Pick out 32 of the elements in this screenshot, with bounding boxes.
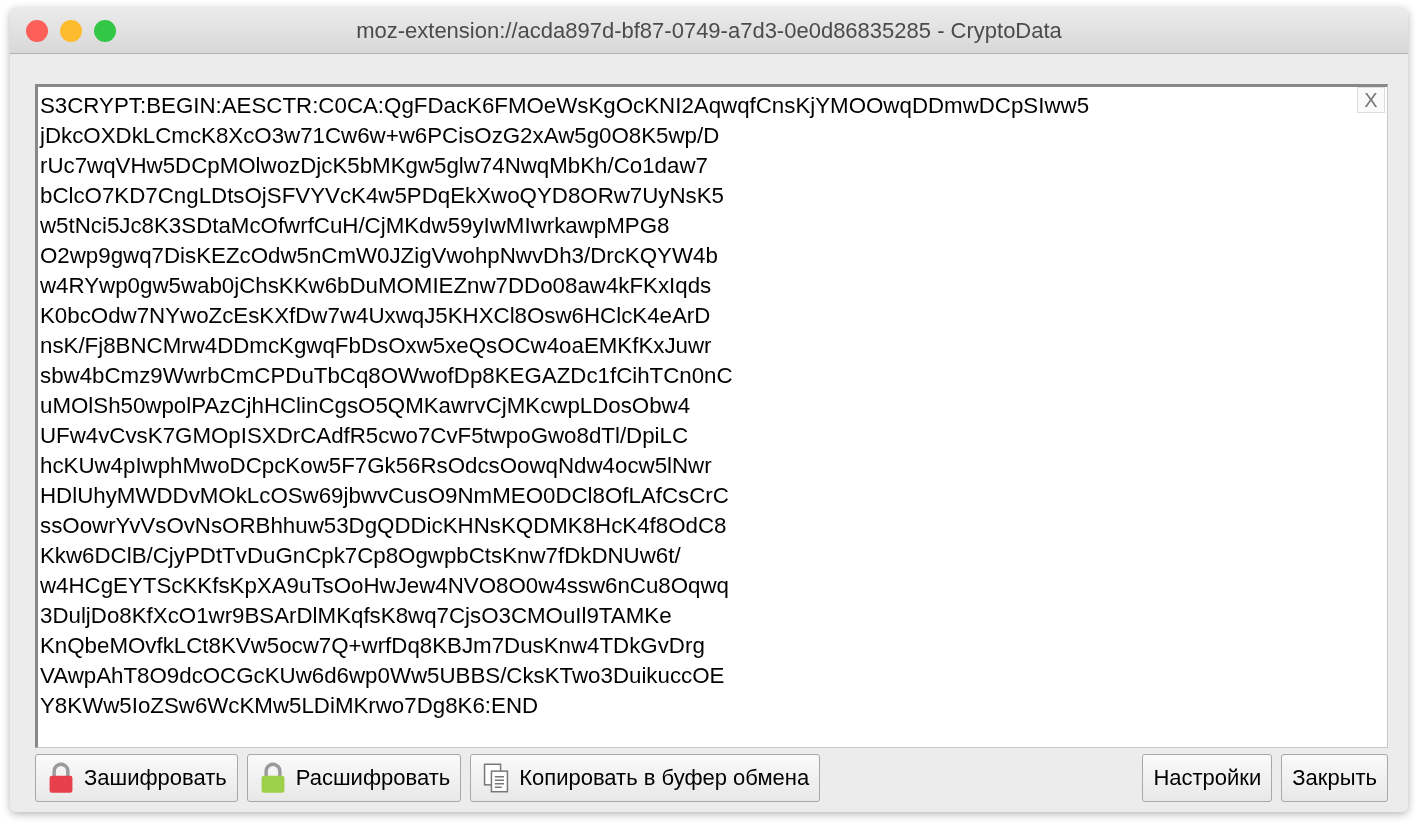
text-line: S3CRYPT:BEGIN:AESCTR:C0CA:QgFDacK6FMOeWsKgOcKNI2AqwqfCnsKjYMOOwqDDmwDCpSIww5 [40, 92, 1090, 120]
text-line: bClcO7KD7CngLDtsOjSFVYVcK4w5PDqEkXwoQYD8ORw7UyNsK5 [40, 182, 724, 210]
text-line: UFw4vCvsK7GMOpISXDrCAdfR5cwo7CvF5twpoGwo8dTl/DpiLC [40, 422, 689, 450]
text-line: w4RYwp0gw5wab0jChsKKw6bDuMOMIEZnw7DDo08aw4kFKxIqds [40, 272, 712, 300]
text-line: K0bcOdw7NYwoZcEsKXfDw7w4UxwqJ5KHXCl8Osw6HClcK4eArD [40, 302, 711, 330]
text-line: KnQbeMOvfkLCt8KVw5ocw7Q+wrfDq8KBJm7DusKnw4TDkGvDrg [40, 632, 705, 660]
text-line: hcKUw4pIwphMwoDCpcKow5F7Gk56RsOdcsOowqNdw4ocw5lNwr [40, 452, 712, 480]
minimize-icon[interactable] [60, 20, 82, 42]
action-button[interactable]: Закрыть [1281, 754, 1388, 802]
text-line: nsK/Fj8BNCMrw4DDmcKgwqFbDsOxw5xeQsOCw4oaEMKfKxJuwr [40, 332, 712, 360]
text-line: O2wp9gwq7DisKEZcOdw5nCmW0JZigVwohpNwvDh3/DrcKQYW4b [40, 242, 718, 270]
text-line: 3DuljDo8KfXcO1wr9BSArDlMKqfsK8wq7CjsO3CMOuIl9TAMKe [40, 602, 672, 630]
text-line: jDkcOXDkLCmcK8XcO3w71Cw6w+w6PCisOzG2xAw5g0O8K5wp/D [40, 122, 720, 150]
action-button[interactable]: Расшифровать [246, 754, 462, 802]
text-line: rUc7wqVHw5DCpMOlwozDjcK5bMKgw5glw74NwqMbKh/Co1daw7 [40, 152, 708, 180]
window-title: moz-extension://acda897d-bf87-0749-a7d3-0e0d86835285 - CryptoData [356, 17, 1062, 44]
text-line: uMOlSh50wpolPAzCjhHClinCgsO5QMKawrvCjMKcwpLDosObw4 [40, 392, 691, 420]
text-line: VAwpAhT8O9dcOCGcKUw6d6wp0Ww5UBBS/CksKTwo3DuikuccOE [40, 662, 725, 690]
action-button[interactable]: Копировать в буфер обмена [470, 754, 821, 802]
text-line: HDlUhyMWDDvMOkLcOSw69jbwvCusO9NmMEO0DCl8OfLAfCsCrC [40, 482, 729, 510]
zoom-icon[interactable] [94, 20, 116, 42]
close-icon[interactable] [26, 20, 48, 42]
action-button[interactable]: Зашифровать [35, 754, 238, 802]
text-line: sbw4bCmz9WwrbCmCPDuTbCq8OWwofDp8KEGAZDc1fCihTCn0nC [40, 362, 733, 390]
text-area[interactable] [35, 84, 1388, 748]
text-line: Y8KWw5IoZSw6WcKMw5LDiMKrwo7Dg8K6:END [40, 692, 539, 720]
text-line: w4HCgEYTScKKfsKpXA9uTsOoHwJew4NVO8O0w4ssw6nCu8Oqwq [40, 572, 729, 600]
text-line: ssOowrYvVsOvNsORBhhuw53DgQDDicKHNsKQDMK8HcK4f8OdC8 [40, 512, 727, 540]
action-button[interactable]: Настройки [1142, 754, 1273, 802]
text-line: w5tNci5Jc8K3SDtaMcOfwrfCuH/CjMKdw59yIwMIwrkawpMPG8 [40, 212, 670, 240]
clear-button[interactable]: X [1357, 87, 1385, 113]
text-line: Kkw6DClB/CjyPDtTvDuGnCpk7Cp8OgwpbCtsKnw7fDkDNUw6t/ [40, 542, 681, 570]
